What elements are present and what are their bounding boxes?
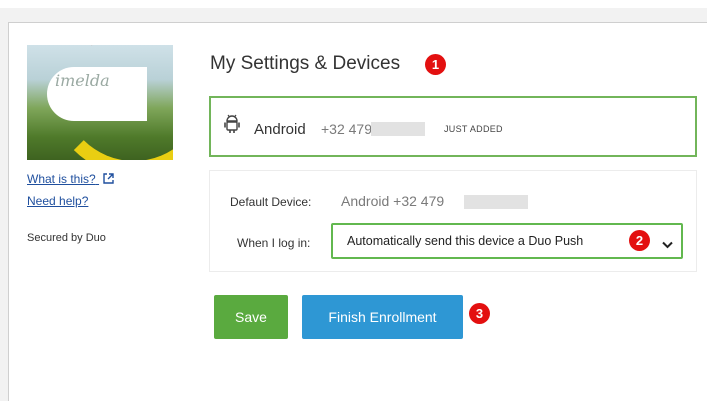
default-device-value: Android +32 479 (341, 193, 445, 209)
page-title: My Settings & Devices (210, 53, 401, 74)
step-badge-2: 2 (629, 230, 650, 251)
finish-enrollment-button[interactable]: Finish Enrollment (302, 295, 463, 339)
what-is-this-link[interactable]: What is this? (27, 172, 114, 187)
login-action-label: When I log in: (237, 236, 311, 250)
step-badge-1: 1 (425, 54, 446, 75)
device-status: JUST ADDED (444, 124, 503, 134)
logo-text: imelda (55, 71, 110, 90)
step-badge-3: 3 (469, 303, 490, 324)
redacted-number (371, 122, 425, 136)
device-number: +32 479 (321, 121, 372, 137)
secured-by-duo: Secured by Duo (27, 232, 106, 244)
need-help-link[interactable]: Need help? (27, 194, 88, 208)
what-is-this-label: What is this? (27, 172, 96, 186)
chevron-down-icon (662, 236, 673, 254)
device-name: Android (254, 121, 306, 138)
top-strip (0, 0, 707, 8)
redacted-default-number (464, 195, 528, 209)
external-link-icon (103, 173, 114, 187)
save-button[interactable]: Save (214, 295, 288, 339)
default-device-label: Default Device: (230, 195, 312, 209)
device-settings-panel: Default Device: Android +32 479 When I l… (209, 170, 697, 272)
device-card[interactable]: Android +32 479 JUST ADDED (209, 96, 697, 157)
android-icon (224, 114, 240, 139)
login-action-value: Automatically send this device a Duo Pus… (347, 234, 584, 248)
imelda-logo: imelda (27, 45, 173, 160)
